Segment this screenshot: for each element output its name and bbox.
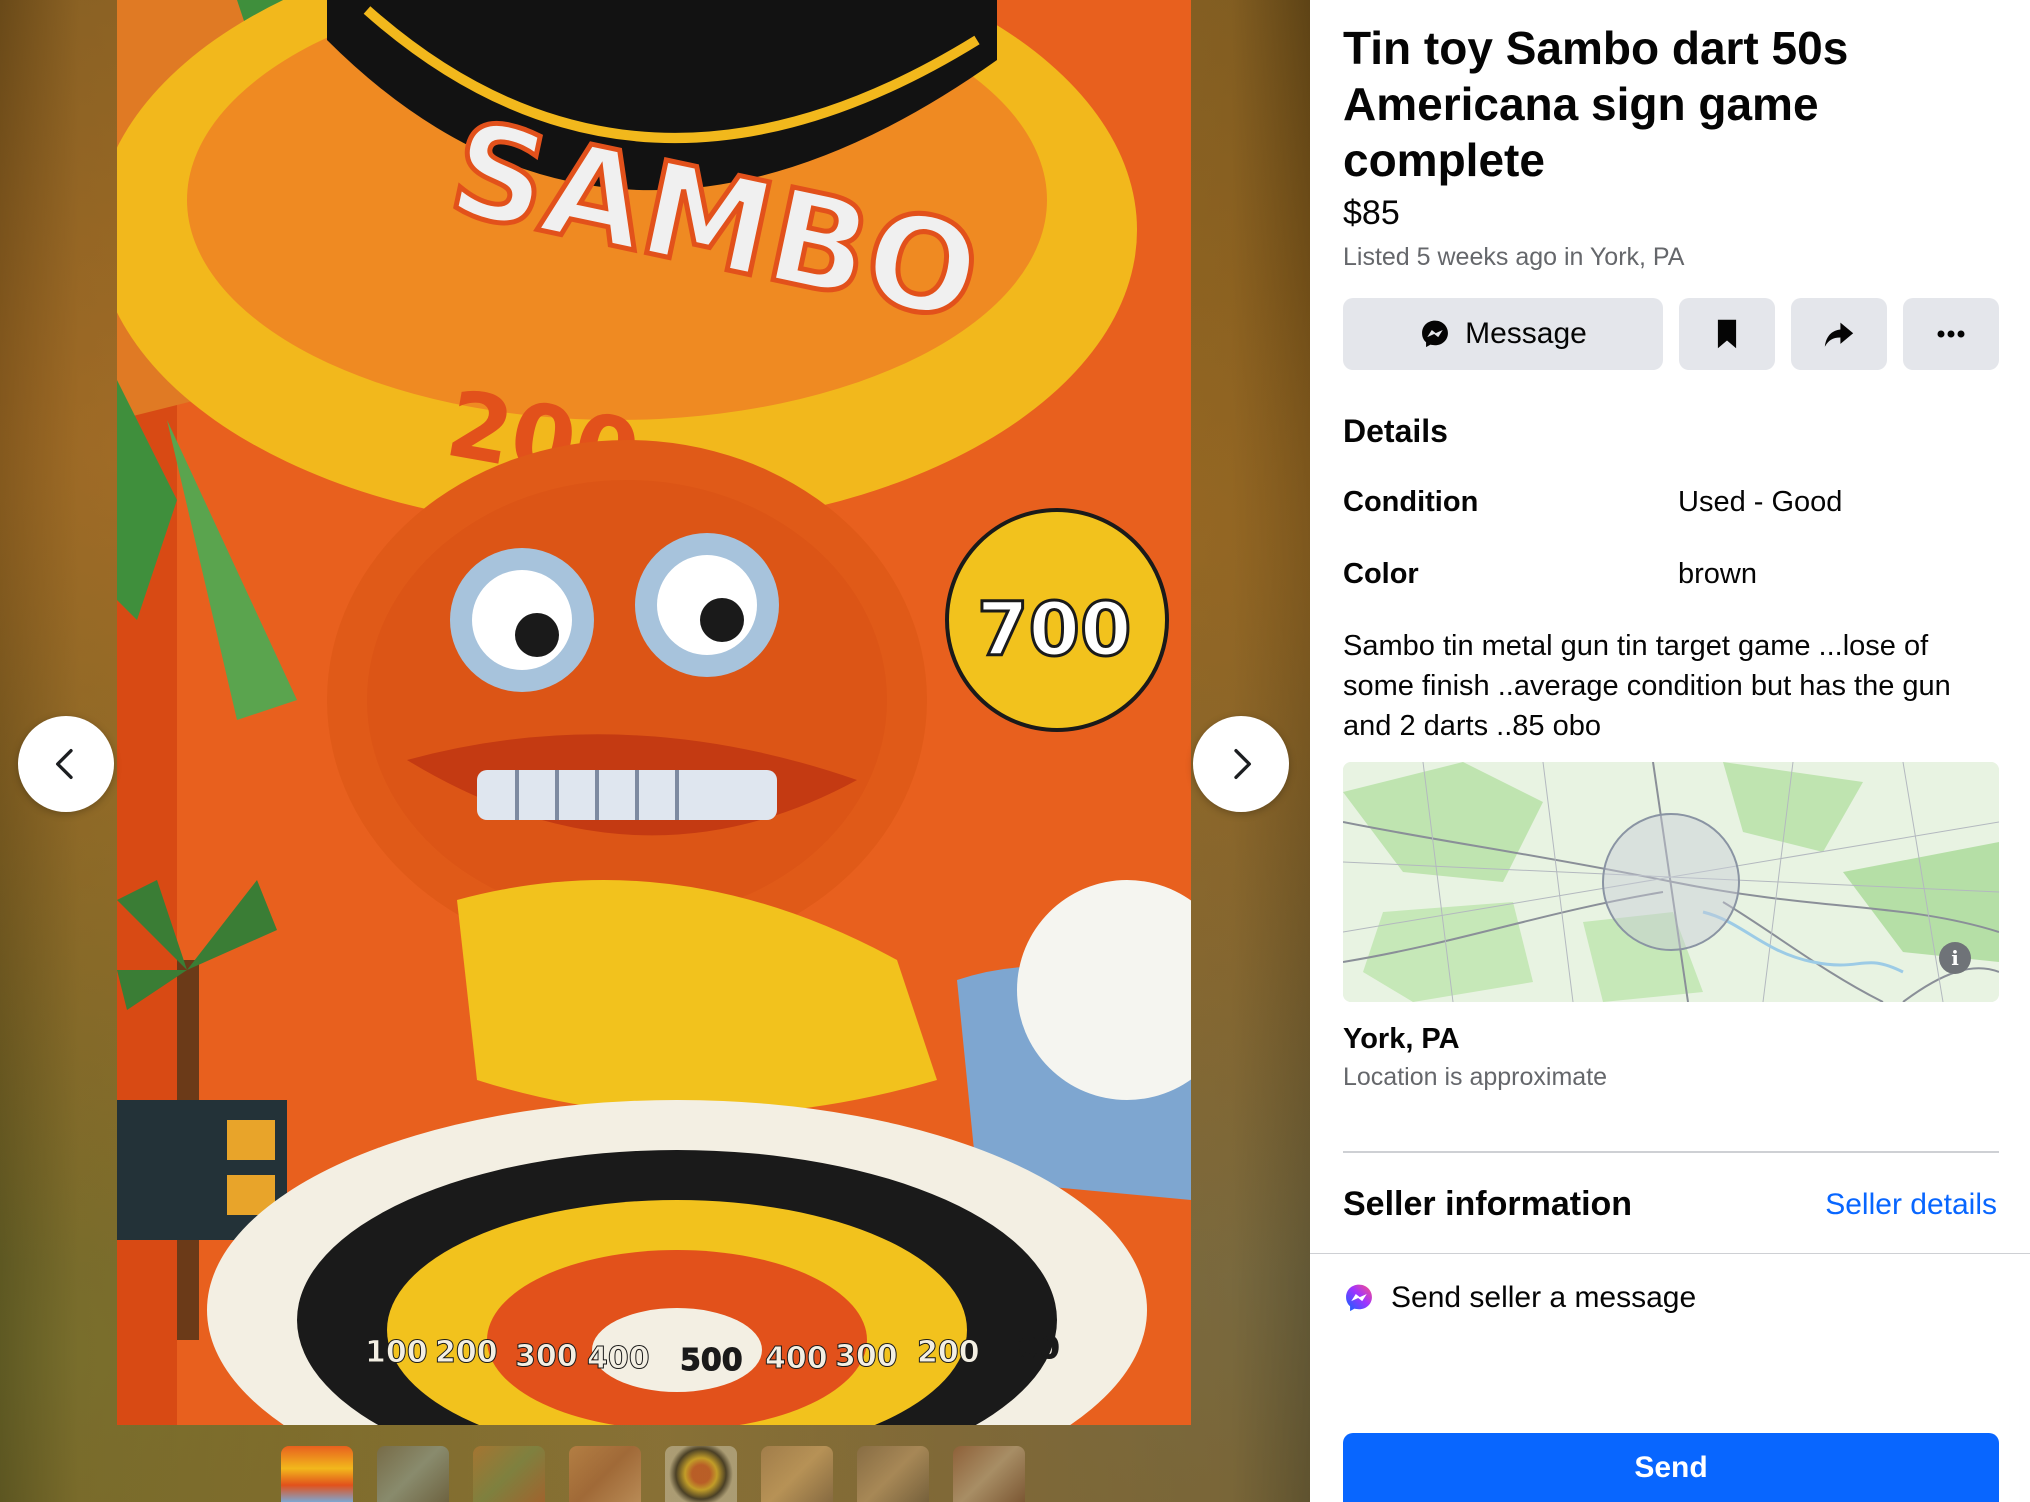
listing-date-location: Listed 5 weeks ago in York, PA — [1343, 243, 1685, 271]
target-score: 400 — [587, 1341, 650, 1376]
target-score: 200 — [435, 1335, 498, 1370]
listing-photo[interactable]: SAMBO 200 700 100 200 300 400 500 400 30… — [117, 0, 1191, 1425]
target-score: 200 — [917, 1335, 980, 1370]
section-divider — [1343, 1151, 1999, 1153]
listing-details-panel: Tin toy Sambo dart 50s Americana sign ga… — [1310, 0, 2030, 1502]
listing-price: $85 — [1343, 194, 1400, 232]
thumbnail[interactable] — [569, 1446, 641, 1502]
target-score: 300 — [515, 1339, 578, 1374]
target-score: 300 — [835, 1339, 898, 1374]
save-button[interactable] — [1679, 298, 1775, 370]
listing-title: Tin toy Sambo dart 50s Americana sign ga… — [1343, 22, 1849, 186]
share-button[interactable] — [1791, 298, 1887, 370]
target-score: 400 — [765, 1341, 828, 1376]
more-options-button[interactable] — [1903, 298, 1999, 370]
location-map[interactable]: i — [1343, 762, 1999, 1002]
condition-label: Condition — [1343, 486, 1479, 518]
share-icon — [1824, 322, 1854, 347]
send-seller-message-row: Send seller a message — [1343, 1278, 1696, 1318]
target-score: 500 — [680, 1343, 743, 1378]
tin-toy-illustration: SAMBO 200 700 100 200 300 400 500 400 30… — [117, 0, 1191, 1425]
thumbnail[interactable] — [377, 1446, 449, 1502]
previous-photo-button[interactable] — [18, 716, 114, 812]
thumbnail[interactable] — [953, 1446, 1025, 1502]
details-heading: Details — [1343, 413, 1448, 449]
message-button-label: Message — [1465, 317, 1587, 350]
map-graphic — [1343, 762, 1999, 1002]
thumbnail[interactable] — [281, 1446, 353, 1502]
target-score: 100 — [365, 1335, 428, 1370]
location-city: York, PA — [1343, 1023, 1460, 1055]
chevron-left-icon — [56, 749, 73, 779]
send-seller-message-label: Send seller a message — [1391, 1281, 1697, 1314]
seller-information-heading: Seller information — [1343, 1185, 1633, 1223]
message-button[interactable]: Message — [1343, 298, 1663, 370]
target-score: 100 — [997, 1331, 1060, 1366]
listing-description: Sambo tin metal gun tin target game ...l… — [1343, 630, 1951, 742]
condition-value: Used - Good — [1678, 486, 1843, 518]
thumbnail[interactable] — [665, 1446, 737, 1502]
location-note: Location is approximate — [1343, 1063, 1608, 1091]
action-bar: Message — [1343, 298, 1999, 370]
thumbnail[interactable] — [761, 1446, 833, 1502]
seller-details-link[interactable]: Seller details — [1825, 1184, 1997, 1226]
thumbnail[interactable] — [473, 1446, 545, 1502]
bookmark-icon — [1717, 319, 1737, 349]
map-info-icon[interactable]: i — [1939, 942, 1971, 974]
color-value: brown — [1678, 558, 1757, 590]
photo-thumbnails — [281, 1446, 1025, 1502]
messenger-icon — [1346, 1284, 1372, 1312]
messenger-icon — [1422, 320, 1449, 348]
send-button[interactable]: Send — [1343, 1433, 1999, 1502]
color-label: Color — [1343, 558, 1419, 590]
chevron-right-icon — [1234, 749, 1251, 779]
next-photo-button[interactable] — [1193, 716, 1289, 812]
more-icon — [1937, 330, 1965, 338]
badge-700: 700 — [977, 587, 1131, 673]
seller-divider — [1310, 1253, 2030, 1254]
media-viewer: SAMBO 200 700 100 200 300 400 500 400 30… — [0, 0, 1310, 1502]
thumbnail[interactable] — [857, 1446, 929, 1502]
